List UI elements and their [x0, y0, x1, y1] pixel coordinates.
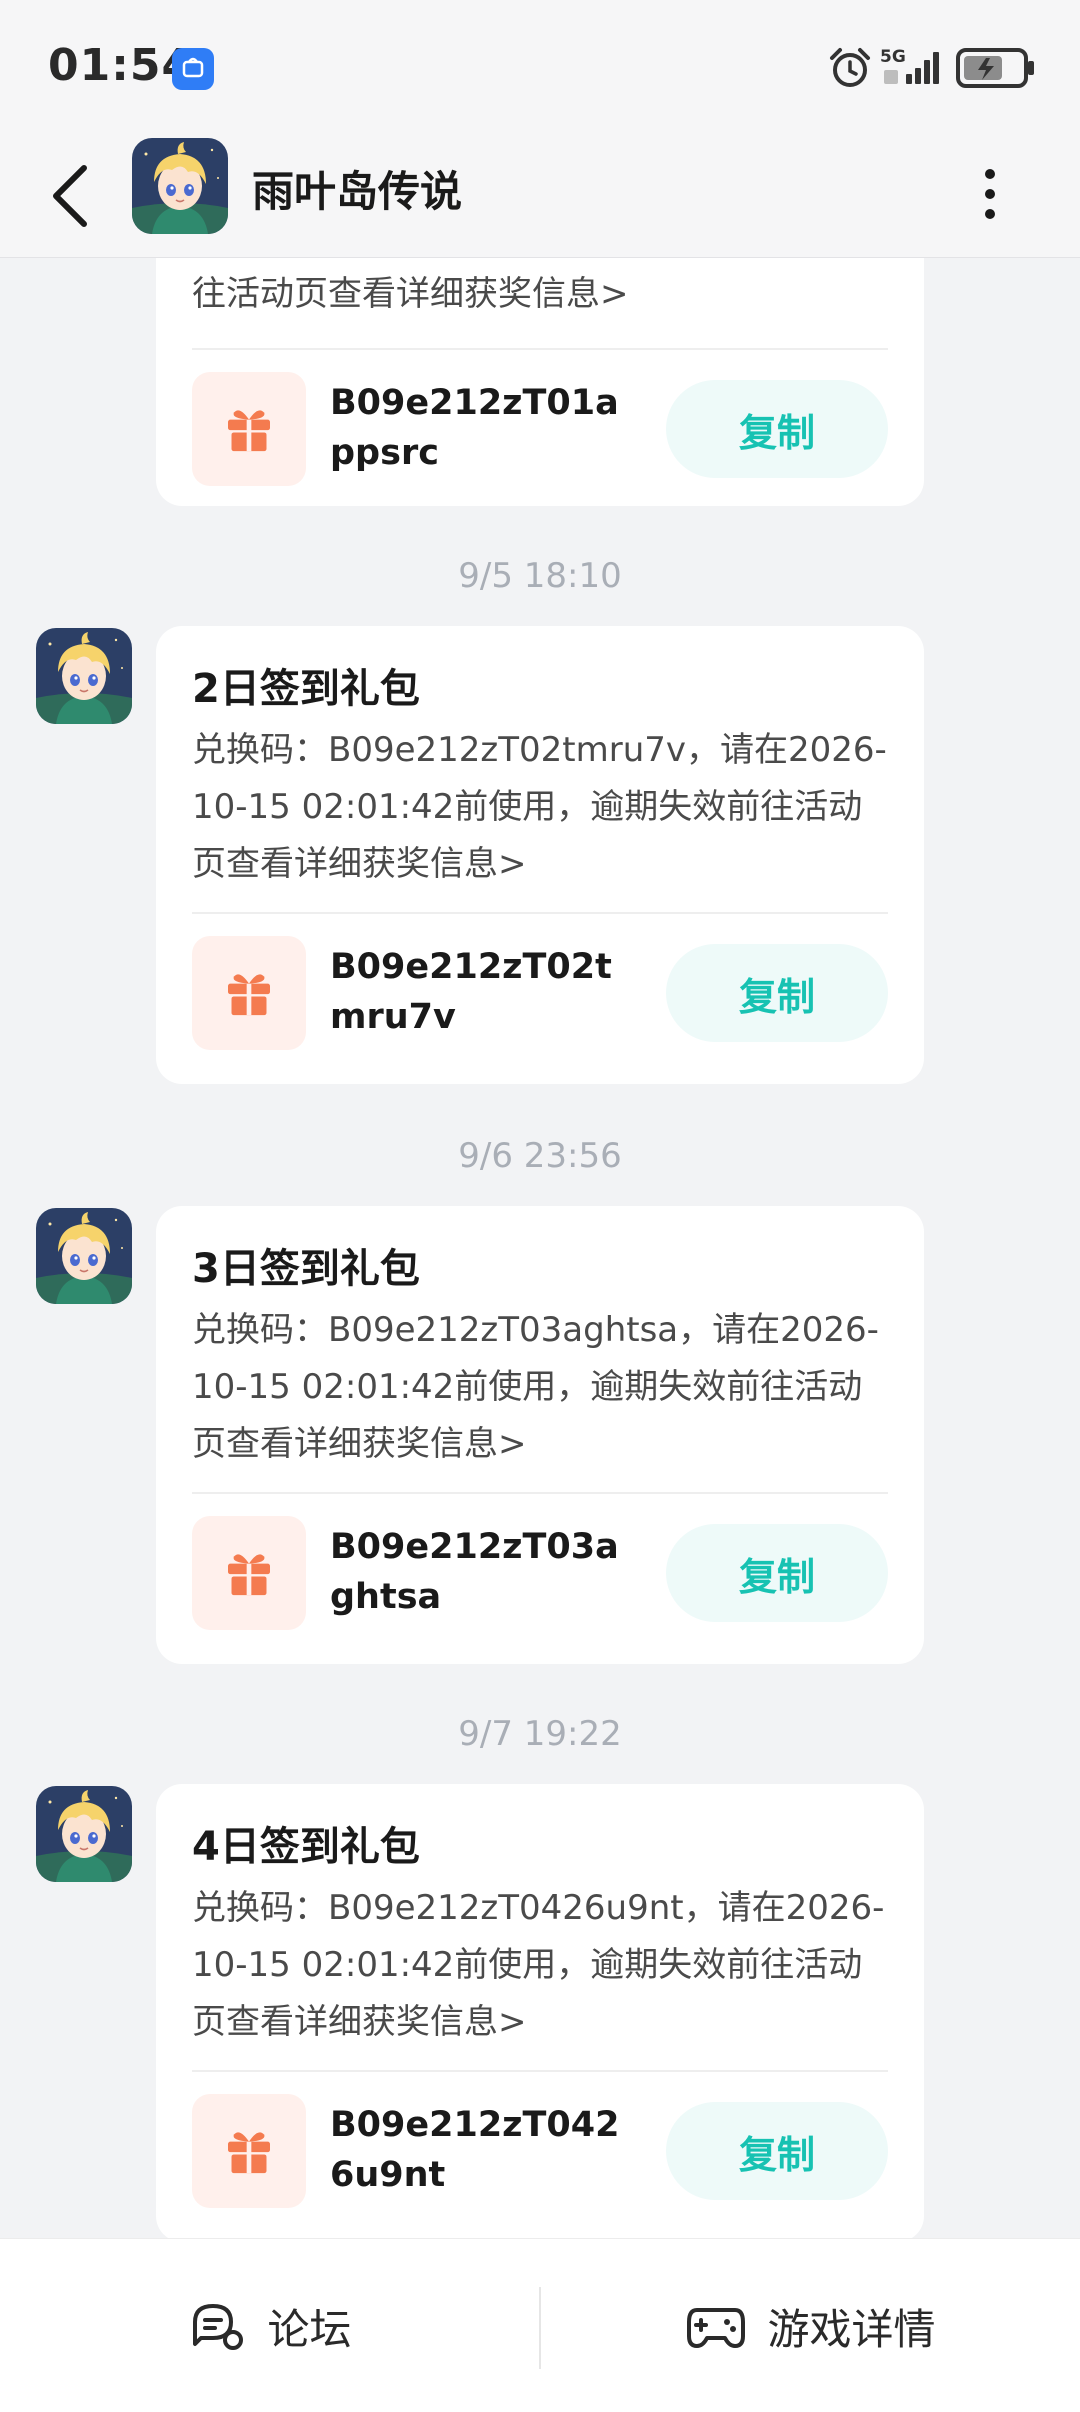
message-body[interactable]: 兑换码：B09e212zT02tmru7v，请在2026-10-15 02:01… [192, 722, 892, 893]
redeem-code: B09e212zT03aghtsa [330, 1527, 619, 1617]
message-title: 2日签到礼包 [192, 666, 420, 712]
bottom-bar: 论坛 游戏详情 [0, 2238, 1080, 2412]
message-body[interactable]: 兑换码：B09e212zT03aghtsa，请在2026-10-15 02:01… [192, 1302, 892, 1473]
page-title: 雨叶岛传说 [252, 167, 463, 216]
more-options-button[interactable] [970, 154, 1010, 234]
message-timestamp: 9/6 23:56 [458, 1136, 622, 1176]
message-card: 3日签到礼包 兑换码：B09e212zT03aghtsa，请在2026-10-1… [156, 1206, 924, 1664]
sender-avatar[interactable] [36, 1786, 132, 1882]
alarm-icon [826, 44, 874, 92]
redeem-code: B09e212zT02tmru7v [330, 947, 612, 1037]
divider [192, 348, 888, 350]
divider [192, 2070, 888, 2072]
game-details-label: 游戏详情 [767, 2304, 936, 2354]
game-details-tab[interactable]: 游戏详情 [541, 2239, 1080, 2412]
gamepad-icon [687, 2308, 746, 2348]
forum-tab[interactable]: 论坛 [0, 2239, 539, 2412]
divider [192, 1492, 888, 1494]
back-button[interactable] [44, 152, 104, 240]
status-bar: 01:54 5G [0, 0, 1080, 134]
message-card: 4日签到礼包 兑换码：B09e212zT0426u9nt，请在2026-10-1… [156, 1784, 924, 2238]
forum-label: 论坛 [267, 2304, 352, 2354]
sender-avatar[interactable] [36, 1208, 132, 1304]
message-title: 4日签到礼包 [192, 1824, 420, 1870]
forum-icon [193, 2304, 244, 2350]
signal-icon: 5G [880, 44, 942, 92]
message-timestamp: 9/5 18:10 [458, 556, 622, 596]
message-list[interactable]: 往活动页查看详细获奖信息> B09e212zT01appsrc 复制 9/5 1… [0, 258, 1080, 2238]
redeem-code: B09e212zT0426u9nt [330, 2105, 620, 2195]
copy-button[interactable]: 复制 [666, 2102, 888, 2200]
gift-icon [192, 2094, 306, 2208]
gift-icon [192, 1516, 306, 1630]
app-market-icon [172, 48, 214, 90]
copy-button[interactable]: 复制 [666, 944, 888, 1042]
message-title: 3日签到礼包 [192, 1246, 420, 1292]
game-avatar[interactable] [132, 138, 228, 234]
battery-icon [956, 46, 1036, 90]
gift-icon [192, 372, 306, 486]
sender-avatar[interactable] [36, 628, 132, 724]
message-timestamp: 9/7 19:22 [458, 1714, 622, 1754]
redeem-code: B09e212zT01appsrc [330, 383, 619, 473]
divider [192, 912, 888, 914]
network-label: 5G [880, 47, 906, 67]
message-body[interactable]: 往活动页查看详细获奖信息> [192, 266, 892, 323]
message-card: 2日签到礼包 兑换码：B09e212zT02tmru7v，请在2026-10-1… [156, 626, 924, 1084]
copy-button[interactable]: 复制 [666, 380, 888, 478]
gift-icon [192, 936, 306, 1050]
message-body[interactable]: 兑换码：B09e212zT0426u9nt，请在2026-10-15 02:01… [192, 1880, 892, 2051]
chat-header: 雨叶岛传说 [0, 134, 1080, 258]
message-card: 往活动页查看详细获奖信息> B09e212zT01appsrc 复制 [156, 258, 924, 506]
copy-button[interactable]: 复制 [666, 1524, 888, 1622]
